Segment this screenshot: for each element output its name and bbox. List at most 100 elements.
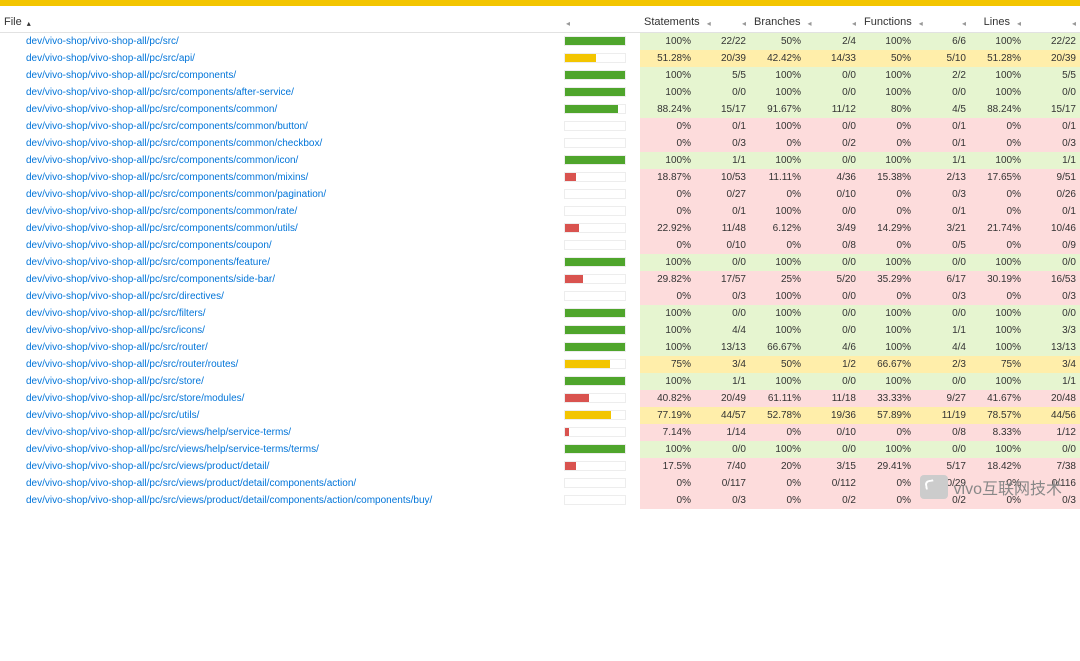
branches-frac: 0/0: [805, 373, 860, 390]
file-link[interactable]: dev/vivo-shop/vivo-shop-all/pc/src/store…: [26, 376, 204, 387]
branches-pct: 11.11%: [750, 169, 805, 186]
lines-pct: 0%: [970, 203, 1025, 220]
file-cell: dev/vivo-shop/vivo-shop-all/pc/src/views…: [0, 424, 560, 441]
coverage-bar-fill: [565, 156, 625, 164]
file-link[interactable]: dev/vivo-shop/vivo-shop-all/pc/src/compo…: [26, 138, 322, 149]
lines-frac: 3/4: [1025, 356, 1080, 373]
col-branches[interactable]: Branches ◂: [750, 10, 805, 33]
col-file[interactable]: File ▴: [0, 10, 560, 33]
branches-frac: 2/4: [805, 33, 860, 51]
file-link[interactable]: dev/vivo-shop/vivo-shop-all/pc/src/views…: [26, 444, 319, 455]
file-link[interactable]: dev/vivo-shop/vivo-shop-all/pc/src/direc…: [26, 291, 224, 302]
table-row: dev/vivo-shop/vivo-shop-all/pc/src/compo…: [0, 152, 1080, 169]
table-row: dev/vivo-shop/vivo-shop-all/pc/src/compo…: [0, 169, 1080, 186]
file-link[interactable]: dev/vivo-shop/vivo-shop-all/pc/src/: [26, 36, 179, 47]
coverage-bar-fill: [565, 275, 583, 283]
branches-pct: 0%: [750, 135, 805, 152]
coverage-bar: [564, 240, 626, 250]
statements-frac: 0/3: [695, 492, 750, 509]
branches-pct: 100%: [750, 152, 805, 169]
lines-pct: 100%: [970, 152, 1025, 169]
file-link[interactable]: dev/vivo-shop/vivo-shop-all/pc/src/api/: [26, 53, 195, 64]
file-link[interactable]: dev/vivo-shop/vivo-shop-all/pc/src/compo…: [26, 121, 308, 132]
file-link[interactable]: dev/vivo-shop/vivo-shop-all/pc/src/route…: [26, 359, 238, 370]
file-link[interactable]: dev/vivo-shop/vivo-shop-all/pc/src/compo…: [26, 240, 272, 251]
col-functions-frac[interactable]: ◂: [915, 10, 970, 33]
table-row: dev/vivo-shop/vivo-shop-all/pc/src/direc…: [0, 288, 1080, 305]
col-lines[interactable]: Lines ◂: [970, 10, 1025, 33]
file-link[interactable]: dev/vivo-shop/vivo-shop-all/pc/src/compo…: [26, 206, 297, 217]
branches-pct: 100%: [750, 84, 805, 101]
statements-pct: 100%: [640, 33, 695, 51]
branches-frac: 0/0: [805, 305, 860, 322]
file-link[interactable]: dev/vivo-shop/vivo-shop-all/pc/src/compo…: [26, 87, 294, 98]
lines-pct: 51.28%: [970, 50, 1025, 67]
file-link[interactable]: dev/vivo-shop/vivo-shop-all/pc/src/views…: [26, 461, 269, 472]
functions-frac: 0/0: [915, 254, 970, 271]
coverage-bar: [564, 121, 626, 131]
coverage-bar-cell: [560, 169, 640, 186]
table-row: dev/vivo-shop/vivo-shop-all/pc/src/utils…: [0, 407, 1080, 424]
branches-pct: 52.78%: [750, 407, 805, 424]
branches-frac: 0/0: [805, 441, 860, 458]
statements-pct: 100%: [640, 373, 695, 390]
branches-pct: 100%: [750, 441, 805, 458]
col-statements-frac[interactable]: ◂: [695, 10, 750, 33]
file-link[interactable]: dev/vivo-shop/vivo-shop-all/pc/src/views…: [26, 495, 432, 506]
table-row: dev/vivo-shop/vivo-shop-all/pc/src/compo…: [0, 135, 1080, 152]
coverage-bar-fill: [565, 105, 618, 113]
col-lines-frac[interactable]: ◂: [1025, 10, 1080, 33]
functions-pct: 0%: [860, 135, 915, 152]
col-statements[interactable]: Statements ◂: [640, 10, 695, 33]
coverage-bar-fill: [565, 428, 569, 436]
functions-pct: 66.67%: [860, 356, 915, 373]
coverage-bar-cell: [560, 441, 640, 458]
statements-frac: 15/17: [695, 101, 750, 118]
table-row: dev/vivo-shop/vivo-shop-all/pc/src/views…: [0, 424, 1080, 441]
file-link[interactable]: dev/vivo-shop/vivo-shop-all/pc/src/compo…: [26, 70, 236, 81]
col-file-label: File: [4, 16, 22, 28]
file-link[interactable]: dev/vivo-shop/vivo-shop-all/pc/src/compo…: [26, 257, 270, 268]
functions-frac: 6/17: [915, 271, 970, 288]
statements-frac: 0/10: [695, 237, 750, 254]
file-link[interactable]: dev/vivo-shop/vivo-shop-all/pc/src/route…: [26, 342, 208, 353]
lines-frac: 16/53: [1025, 271, 1080, 288]
file-link[interactable]: dev/vivo-shop/vivo-shop-all/pc/src/compo…: [26, 104, 277, 115]
file-link[interactable]: dev/vivo-shop/vivo-shop-all/pc/src/compo…: [26, 189, 326, 200]
col-functions-label: Functions: [864, 16, 912, 28]
functions-frac: 4/4: [915, 339, 970, 356]
statements-pct: 100%: [640, 305, 695, 322]
sort-icon: ◂: [917, 19, 923, 25]
statements-pct: 77.19%: [640, 407, 695, 424]
col-branches-frac[interactable]: ◂: [805, 10, 860, 33]
file-link[interactable]: dev/vivo-shop/vivo-shop-all/pc/src/views…: [26, 427, 291, 438]
file-link[interactable]: dev/vivo-shop/vivo-shop-all/pc/src/utils…: [26, 410, 199, 421]
lines-frac: 0/9: [1025, 237, 1080, 254]
file-link[interactable]: dev/vivo-shop/vivo-shop-all/pc/src/compo…: [26, 274, 275, 285]
file-link[interactable]: dev/vivo-shop/vivo-shop-all/pc/src/compo…: [26, 155, 298, 166]
branches-pct: 50%: [750, 33, 805, 51]
table-row: dev/vivo-shop/vivo-shop-all/pc/src/compo…: [0, 271, 1080, 288]
coverage-bar-cell: [560, 356, 640, 373]
coverage-bar: [564, 308, 626, 318]
functions-frac: 0/29: [915, 475, 970, 492]
file-link[interactable]: dev/vivo-shop/vivo-shop-all/pc/src/views…: [26, 478, 356, 489]
functions-frac: 1/1: [915, 322, 970, 339]
file-link[interactable]: dev/vivo-shop/vivo-shop-all/pc/src/compo…: [26, 172, 308, 183]
col-functions[interactable]: Functions ◂: [860, 10, 915, 33]
coverage-bar-fill: [565, 309, 625, 317]
file-link[interactable]: dev/vivo-shop/vivo-shop-all/pc/src/icons…: [26, 325, 205, 336]
file-cell: dev/vivo-shop/vivo-shop-all/pc/src/store…: [0, 390, 560, 407]
lines-pct: 100%: [970, 33, 1025, 51]
file-link[interactable]: dev/vivo-shop/vivo-shop-all/pc/src/filte…: [26, 308, 206, 319]
file-link[interactable]: dev/vivo-shop/vivo-shop-all/pc/src/compo…: [26, 223, 298, 234]
statements-pct: 0%: [640, 203, 695, 220]
top-accent-bar: [0, 0, 1080, 6]
statements-frac: 17/57: [695, 271, 750, 288]
coverage-bar: [564, 274, 626, 284]
coverage-bar-fill: [565, 71, 625, 79]
functions-frac: 0/3: [915, 288, 970, 305]
header-row: File ▴ ◂ Statements ◂ ◂ Branches ◂ ◂ Fun…: [0, 10, 1080, 33]
statements-frac: 44/57: [695, 407, 750, 424]
file-link[interactable]: dev/vivo-shop/vivo-shop-all/pc/src/store…: [26, 393, 244, 404]
